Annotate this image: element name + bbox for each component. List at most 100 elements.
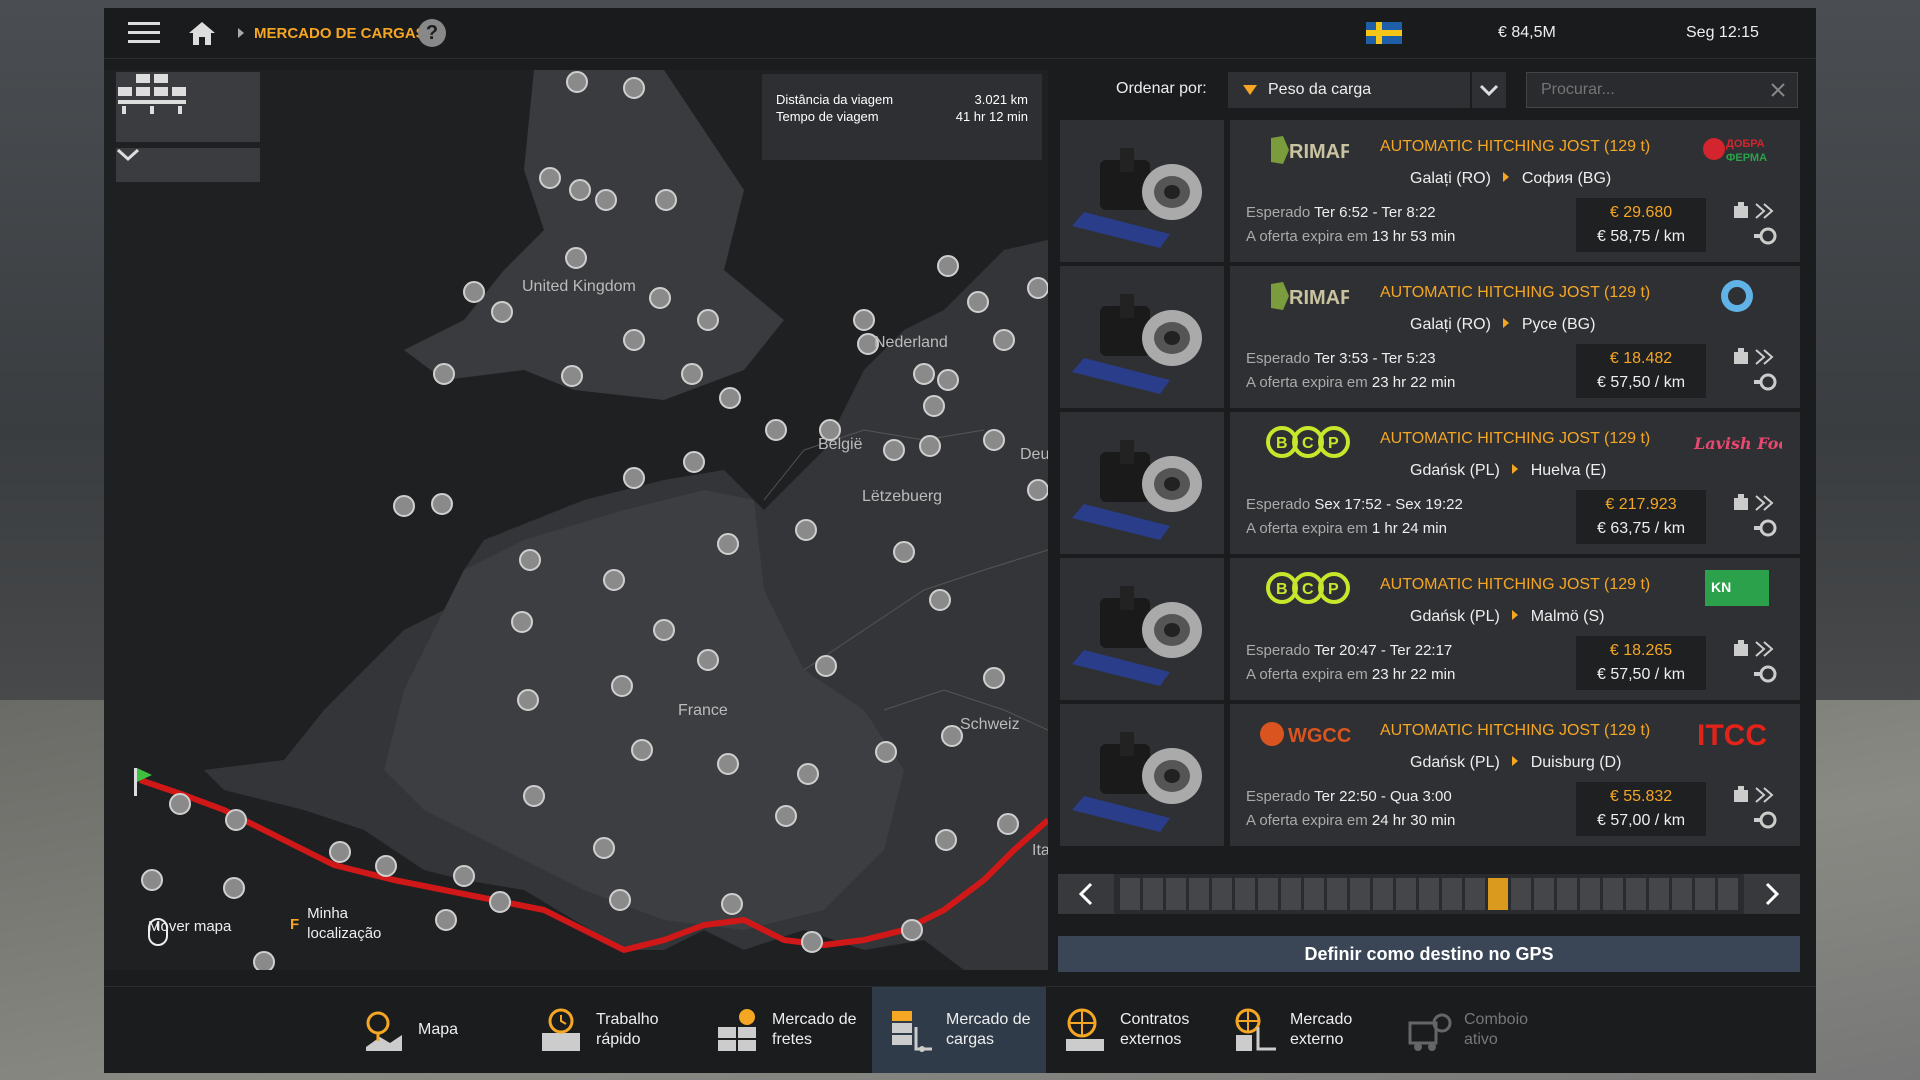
- fast-delivery-icon: [1755, 787, 1774, 803]
- page-indicator[interactable]: [1258, 878, 1278, 910]
- page-indicator[interactable]: [1189, 878, 1209, 910]
- map-label-de: Deu: [1020, 446, 1048, 463]
- next-page-button[interactable]: [1744, 874, 1800, 914]
- home-icon[interactable]: [188, 8, 216, 58]
- price-per-km: € 63,75 / km: [1596, 520, 1686, 537]
- expected-value: Ter 3:53 - Ter 5:23: [1314, 350, 1436, 367]
- arrow-right-icon: [1512, 464, 1519, 474]
- grid-layout-icon: [118, 74, 186, 114]
- clear-icon[interactable]: [1771, 83, 1785, 97]
- offer-price: € 29.680: [1609, 204, 1673, 221]
- cargo-thumbnail: [1060, 558, 1224, 700]
- mouse-icon: [148, 918, 168, 946]
- page-indicator[interactable]: [1327, 878, 1347, 910]
- offer-price: € 55.832: [1609, 788, 1673, 805]
- search-input[interactable]: [1539, 80, 1763, 100]
- hitch-cargo-image: [1060, 266, 1224, 408]
- svg-text:ДОБРА: ДОБРА: [1726, 138, 1765, 150]
- price-box: € 18.265 € 57,50 / km: [1576, 636, 1706, 690]
- sort-select[interactable]: Peso da carga: [1228, 72, 1470, 108]
- location-key: F: [290, 915, 300, 933]
- offer-expiry: A oferta expira em 13 hr 53 min: [1246, 228, 1455, 245]
- offer-expiry: A oferta expira em 24 hr 30 min: [1246, 812, 1455, 829]
- tab-external-contracts[interactable]: Contratos externos: [1062, 987, 1212, 1073]
- svg-text:Lavish Foods: Lavish Foods: [1693, 434, 1782, 453]
- page-indicator[interactable]: [1120, 878, 1140, 910]
- cargo-thumbnail: [1060, 704, 1224, 846]
- page-indicator[interactable]: [1442, 878, 1462, 910]
- set-gps-destination-button[interactable]: Definir como destino no GPS: [1058, 936, 1800, 972]
- offer-body: BCP AUTOMATIC HITCHING JOST (129 t) Gdań…: [1230, 412, 1800, 554]
- page-indicator[interactable]: [1419, 878, 1439, 910]
- money-balance: € 84,5M: [1498, 24, 1556, 41]
- tab-external-market[interactable]: Mercado externo: [1232, 987, 1382, 1073]
- svg-text:P: P: [1328, 435, 1339, 452]
- menu-icon[interactable]: [128, 8, 160, 58]
- page-indicator[interactable]: [1649, 878, 1669, 910]
- route-destination: Huelva (E): [1530, 462, 1607, 479]
- page-indicator[interactable]: [1212, 878, 1232, 910]
- search-box[interactable]: [1526, 72, 1798, 108]
- page-indicator[interactable]: [1235, 878, 1255, 910]
- page-indicator[interactable]: [1143, 878, 1163, 910]
- page-indicator[interactable]: [1396, 878, 1416, 910]
- page-indicator[interactable]: [1373, 878, 1393, 910]
- expected-label: Esperado: [1246, 204, 1311, 221]
- expand-button[interactable]: [116, 148, 260, 182]
- sort-dropdown-button[interactable]: [1472, 72, 1506, 108]
- company-logo: BCP: [1258, 422, 1358, 462]
- fast-delivery-icon: [1755, 641, 1774, 657]
- page-indicator[interactable]: [1695, 878, 1715, 910]
- route-destination: София (BG): [1521, 170, 1612, 187]
- trailer-icon: [1754, 519, 1777, 537]
- cargo-name: AUTOMATIC HITCHING JOST (129 t): [1380, 722, 1651, 739]
- trip-info-tooltip: Distância da viagem 3.021 km Tempo de vi…: [762, 74, 1042, 160]
- offer-card[interactable]: WGCC AUTOMATIC HITCHING JOST (129 t) Gda…: [1060, 704, 1800, 846]
- page-indicator[interactable]: [1304, 878, 1324, 910]
- tab-convoy[interactable]: Comboio ativo: [1406, 987, 1566, 1073]
- hitch-cargo-image: [1060, 120, 1224, 262]
- page-indicator-active[interactable]: [1488, 878, 1508, 910]
- offer-price: € 18.265: [1609, 642, 1673, 659]
- tab-external-market-label-2: externo: [1290, 1031, 1344, 1048]
- client-logo: Lavish Foods: [1692, 422, 1782, 462]
- page-indicator[interactable]: [1603, 878, 1623, 910]
- client-logo: ДОБРА ФЕРМА: [1692, 130, 1782, 170]
- page-indicator[interactable]: [1718, 878, 1738, 910]
- offer-card[interactable]: BCP AUTOMATIC HITCHING JOST (129 t) Gdań…: [1060, 412, 1800, 554]
- tab-cargo-market[interactable]: Mercado de cargas: [872, 987, 1046, 1073]
- offer-card[interactable]: RIMAF AUTOMATIC HITCHING JOST (129 t) Ga…: [1060, 266, 1800, 408]
- company-logo: RIMAF: [1258, 130, 1358, 170]
- offer-body: BCP AUTOMATIC HITCHING JOST (129 t) Gdań…: [1230, 558, 1800, 700]
- expected-time: Esperado Sex 17:52 - Sex 19:22: [1246, 496, 1463, 513]
- page-indicator[interactable]: [1672, 878, 1692, 910]
- my-location-hint[interactable]: F Minha localização: [290, 904, 397, 944]
- tab-freight-market[interactable]: Mercado de fretes: [714, 987, 874, 1073]
- page-indicator[interactable]: [1511, 878, 1531, 910]
- tab-quick-job[interactable]: Trabalho rápido: [538, 987, 688, 1073]
- expires-value: 1 hr 24 min: [1371, 520, 1447, 537]
- tab-map[interactable]: Mapa: [360, 987, 510, 1073]
- offer-card[interactable]: BCP AUTOMATIC HITCHING JOST (129 t) Gdań…: [1060, 558, 1800, 700]
- expected-label: Esperado: [1246, 788, 1311, 805]
- offer-card[interactable]: RIMAF AUTOMATIC HITCHING JOST (129 t) Ga…: [1060, 120, 1800, 262]
- page-indicator[interactable]: [1580, 878, 1600, 910]
- offer-actions: [1732, 348, 1784, 398]
- help-button[interactable]: ?: [418, 8, 446, 58]
- page-indicator[interactable]: [1626, 878, 1646, 910]
- page-indicator[interactable]: [1534, 878, 1554, 910]
- map-view[interactable]: Distância da viagem 3.021 km Tempo de vi…: [104, 70, 1048, 970]
- page-indicator[interactable]: [1281, 878, 1301, 910]
- page-indicator[interactable]: [1557, 878, 1577, 910]
- svg-text:B: B: [1276, 581, 1288, 598]
- tab-map-label: Mapa: [418, 1021, 459, 1038]
- tab-freight-market-label-1: Mercado de: [772, 1011, 857, 1028]
- expected-label: Esperado: [1246, 350, 1311, 367]
- page-indicator[interactable]: [1350, 878, 1370, 910]
- trailer-icon: [1754, 811, 1777, 829]
- page-indicator[interactable]: [1166, 878, 1186, 910]
- prev-page-button[interactable]: [1058, 874, 1114, 914]
- layout-toggle-button[interactable]: [116, 72, 260, 142]
- distance-value: 3.021 km: [974, 92, 1028, 107]
- page-indicator[interactable]: [1465, 878, 1485, 910]
